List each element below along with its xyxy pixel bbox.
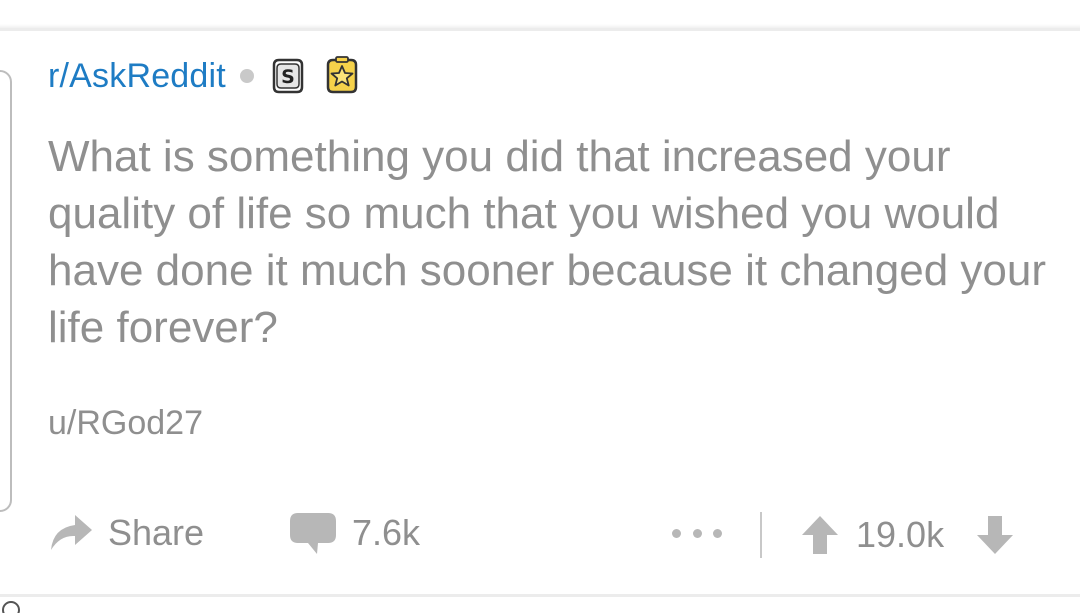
more-options-button[interactable] [672,518,722,548]
post-header: r/AskReddit S [48,52,376,100]
gold-award-icon[interactable] [322,56,362,96]
silver-award-icon[interactable]: S [268,56,308,96]
more-dot [672,528,681,538]
post-author[interactable]: u/RGod27 [48,404,203,443]
separator-dot [239,69,254,83]
share-button[interactable]: Share [48,506,204,560]
top-divider-line [0,28,1080,31]
more-dot [692,528,702,538]
vote-score: 19.0k [856,514,945,555]
bottom-divider [0,594,1080,597]
share-icon [51,515,92,550]
svg-text:S: S [281,66,295,88]
share-label: Share [108,512,205,553]
subreddit-link[interactable]: r/AskReddit [48,57,226,96]
upvote-arrow-icon[interactable] [800,514,840,556]
next-post-fragment [0,597,30,613]
downvote-arrow-icon[interactable] [975,514,1015,556]
action-separator [760,512,762,558]
more-dot [713,528,722,538]
post-card-edge [0,70,12,512]
comment-icon [290,513,336,554]
post-action-bar: Share 7.6k 19.0k [0,500,1080,564]
post-title[interactable]: What is something you did that increased… [48,128,1058,356]
comments-button[interactable]: 7.6k [288,506,420,560]
comments-count: 7.6k [352,512,421,553]
reddit-post-view: r/AskReddit S What is something you did … [0,0,1080,613]
top-divider [0,0,1080,30]
